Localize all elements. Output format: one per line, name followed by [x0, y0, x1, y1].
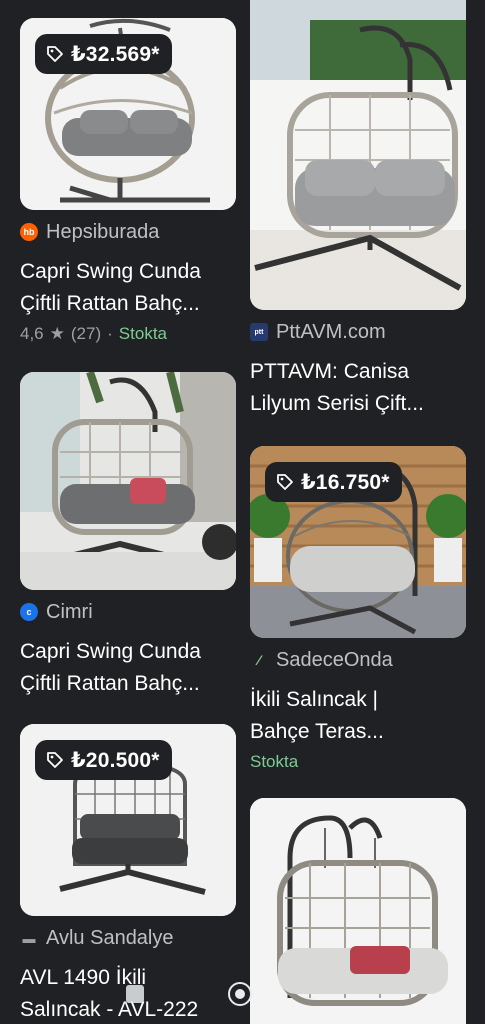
product-card[interactable]: c Cimri Capri Swing Cunda Çiftli Rattan … [20, 372, 236, 700]
pttavm-icon: ptt [250, 323, 268, 341]
avlu-sandalye-icon: ▬ [22, 930, 36, 946]
product-card[interactable]: ₺20.500* ▬ Avlu Sandalye AVL 1490 İkili … [20, 724, 236, 1024]
product-image[interactable] [20, 372, 236, 590]
rating-value: 4,6 [20, 324, 44, 343]
tag-icon [275, 472, 295, 492]
product-card[interactable]: ptt PttAVM.com PTTAVM: Canisa Lilyum Ser… [250, 0, 466, 420]
star-icon: ★ [49, 324, 65, 343]
price-badge: ₺32.569* [35, 34, 172, 74]
source-row[interactable]: ▬ Avlu Sandalye [20, 926, 236, 950]
source-name: Hepsiburada [46, 220, 160, 243]
product-image[interactable] [250, 798, 466, 1024]
product-title-line1[interactable]: İkili Salıncak | [250, 684, 466, 716]
price-badge: ₺16.750* [265, 462, 402, 502]
swing-chair-image [250, 798, 466, 1024]
sadeceonda-icon: ⁄ [257, 652, 261, 668]
source-name: SadeceOnda [276, 648, 393, 671]
product-card[interactable]: ₺32.569* hb Hepsiburada Capri Swing Cund… [20, 18, 236, 344]
stock-status: Stokta [118, 324, 167, 343]
source-name: Avlu Sandalye [46, 926, 174, 949]
recent-apps-button[interactable] [126, 985, 144, 1003]
swing-chair-image [20, 372, 236, 590]
stock-status: Stokta [250, 752, 299, 771]
separator: · [107, 324, 113, 343]
source-name: PttAVM.com [276, 320, 386, 343]
product-card[interactable]: ₺16.750* ⁄ SadeceOnda İkili Salıncak | B… [250, 446, 466, 772]
product-title-line1[interactable]: Capri Swing Cunda [20, 256, 236, 288]
price-text: ₺32.569* [71, 42, 160, 66]
source-row[interactable]: ptt PttAVM.com [250, 320, 466, 344]
product-image[interactable]: ₺20.500* [20, 724, 236, 916]
product-title-line1[interactable]: Capri Swing Cunda [20, 636, 236, 668]
product-title-line1[interactable]: PTTAVM: Canisa [250, 356, 466, 388]
source-row[interactable]: ⁄ SadeceOnda [250, 648, 466, 672]
swing-chair-image [250, 0, 466, 310]
product-title-line2[interactable]: Çiftli Rattan Bahç... [20, 288, 236, 320]
cimri-icon: c [20, 603, 38, 621]
tag-icon [45, 44, 65, 64]
source-row[interactable]: c Cimri [20, 600, 236, 624]
product-title-line2[interactable]: Lilyum Serisi Çift... [250, 388, 466, 420]
product-image[interactable]: ₺32.569* [20, 18, 236, 210]
price-text: ₺20.500* [71, 748, 160, 772]
tag-icon [45, 750, 65, 770]
source-name: Cimri [46, 600, 93, 623]
product-image[interactable] [250, 0, 466, 310]
home-button[interactable] [228, 982, 252, 1006]
price-badge: ₺20.500* [35, 740, 172, 780]
price-text: ₺16.750* [301, 470, 390, 494]
product-image[interactable]: ₺16.750* [250, 446, 466, 638]
shopping-results-grid: ₺32.569* hb Hepsiburada Capri Swing Cund… [0, 0, 485, 1024]
stock-row: Stokta [250, 752, 466, 772]
product-card[interactable] [250, 798, 466, 1024]
rating-row: 4,6 ★ (27) · Stokta [20, 324, 236, 344]
product-title-line2[interactable]: Çiftli Rattan Bahç... [20, 668, 236, 700]
review-count: (27) [70, 324, 102, 343]
product-title-line2[interactable]: Bahçe Teras... [250, 716, 466, 748]
hepsiburada-icon: hb [20, 223, 38, 241]
source-row[interactable]: hb Hepsiburada [20, 220, 236, 244]
